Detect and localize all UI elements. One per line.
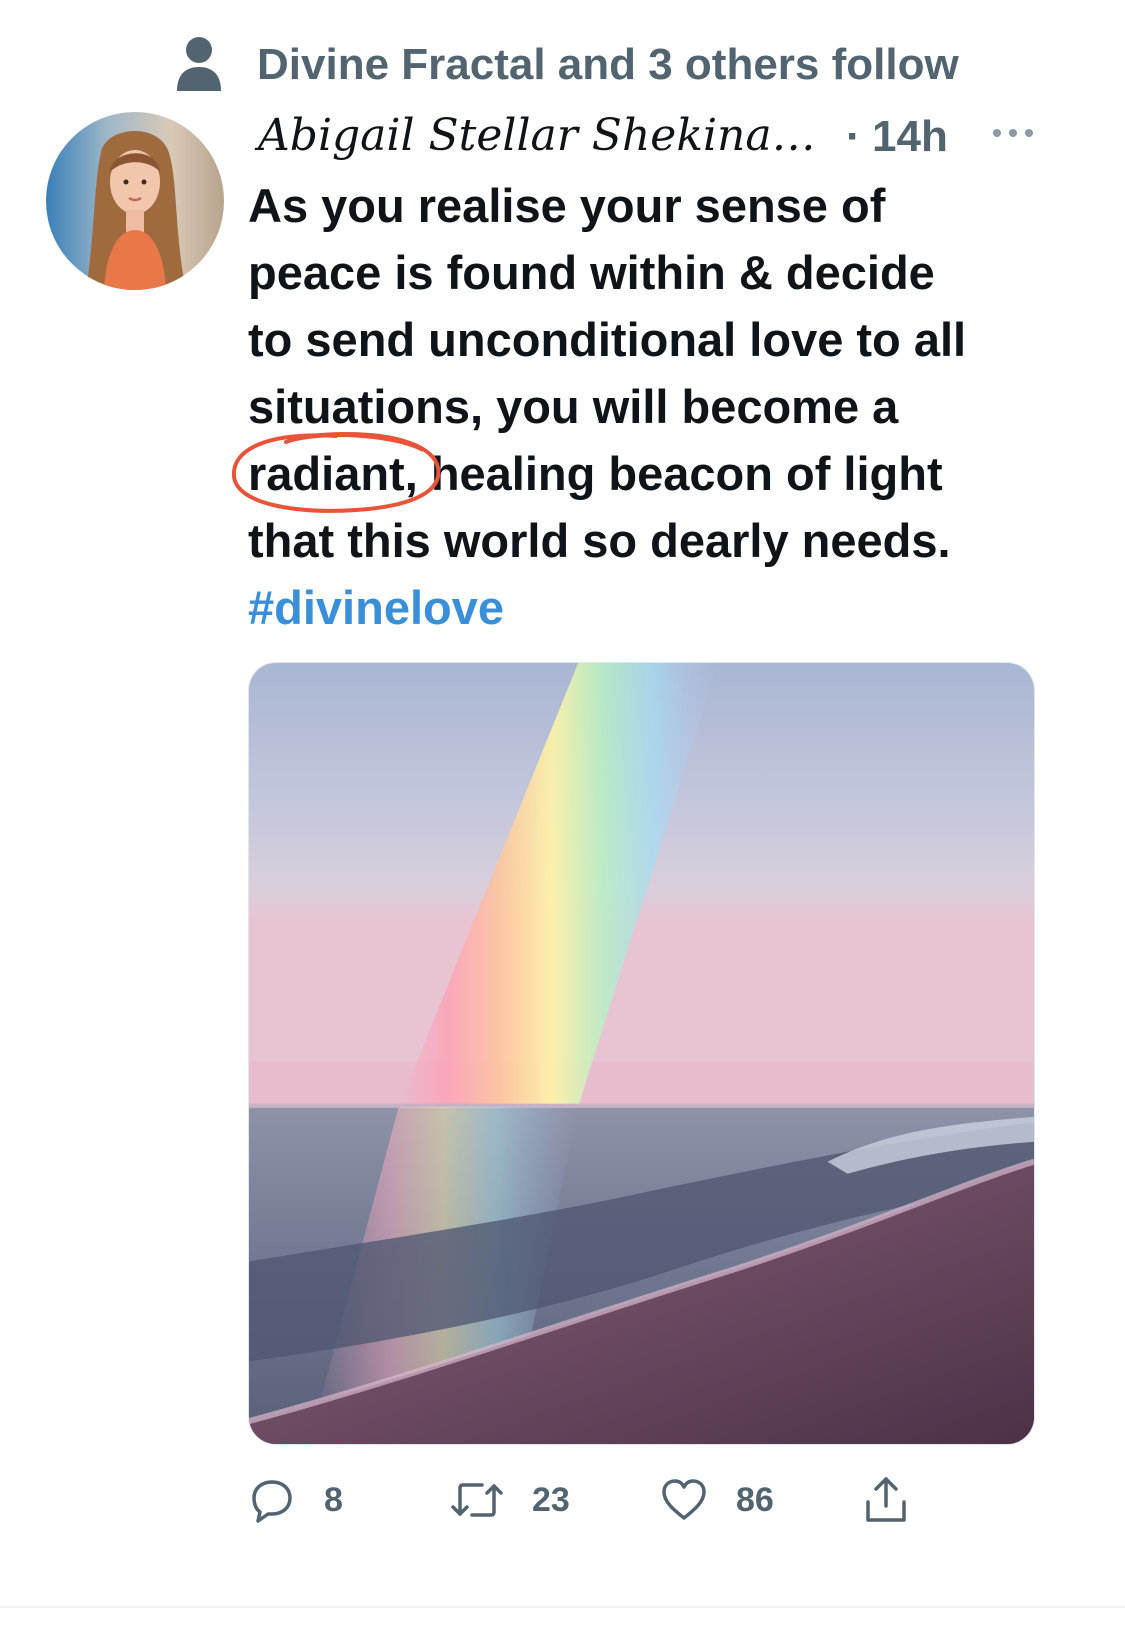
circled-word-text: radiant, (248, 447, 418, 500)
heart-icon (662, 1479, 706, 1520)
time-separator: · (846, 112, 861, 161)
more-horizontal-icon[interactable] (991, 122, 1035, 144)
tweet-header: Abigail Stellar Shekina… · 14h (258, 108, 1068, 168)
circled-word: radiant, (231, 431, 441, 513)
author-name[interactable]: Abigail Stellar Shekina… (258, 110, 816, 161)
tweet-text-line: to send unconditional love to all (248, 313, 967, 366)
tweet-text-line-rest: healing beacon of light (417, 447, 943, 500)
tweet-actions: 8 23 86 (248, 1470, 1048, 1530)
rainbow-over-ocean-photo (249, 663, 1034, 1444)
share-icon (866, 1477, 906, 1522)
retweet-button[interactable]: 23 (450, 1470, 570, 1530)
like-count: 86 (736, 1480, 774, 1519)
share-button[interactable] (862, 1470, 910, 1530)
reply-count: 8 (324, 1480, 343, 1519)
tweet-text-line: As you realise your sense of (248, 179, 886, 232)
tweet-text-line: situations, you will become a (248, 380, 899, 433)
tweet-text-line: peace is found within & decide (248, 246, 935, 299)
tweet-text-line: radiant, healing beacon of light (231, 431, 1078, 513)
tweet-media-image[interactable] (248, 662, 1035, 1445)
reply-button[interactable]: 8 (248, 1470, 343, 1530)
avatar[interactable] (46, 112, 224, 290)
person-icon (177, 37, 221, 91)
social-context-text: Divine Fractal and 3 others follow (257, 40, 959, 89)
like-button[interactable]: 86 (660, 1470, 774, 1530)
hashtag-link[interactable]: #divinelove (248, 574, 1078, 641)
retweet-icon (451, 1483, 503, 1517)
tweet-text-line: that this world so dearly needs. (248, 514, 951, 567)
social-context[interactable]: Divine Fractal and 3 others follow (175, 34, 959, 94)
tweet-text: As you realise your sense of peace is fo… (231, 172, 1078, 641)
reply-icon (252, 1480, 292, 1523)
retweet-count: 23 (532, 1480, 570, 1519)
divider (0, 1606, 1125, 1608)
timestamp[interactable]: 14h (872, 112, 948, 162)
